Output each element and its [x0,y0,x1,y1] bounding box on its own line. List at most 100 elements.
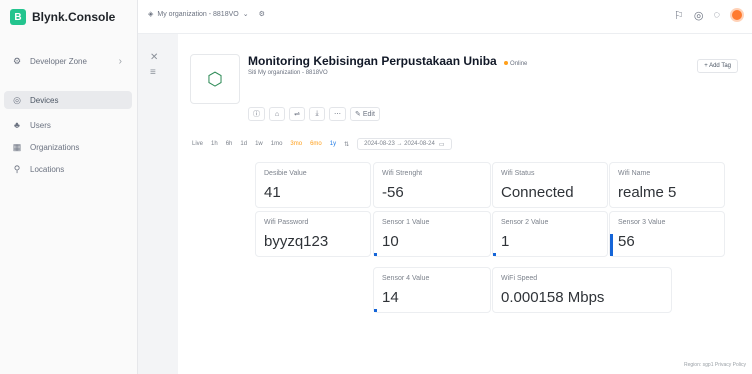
sidebar-item-label: Organizations [30,142,80,152]
close-icon[interactable]: ✕ [150,52,158,63]
widget-wifi-password[interactable]: Wifi Password byyzq123 [255,211,371,257]
widget-sensor-4[interactable]: Sensor 4 Value 14 [373,267,491,313]
widget-value: 14 [382,289,399,306]
users-icon: ♣ [14,120,20,130]
chevron-right-icon[interactable]: › [119,56,122,67]
org-selector[interactable]: ◈ My organization - 8818VO ⌄ ⚙ [148,10,265,19]
share-button[interactable]: ⇌ [289,107,305,121]
blynk-logo-icon: B [10,9,26,25]
widget-title: Wifi Password [264,219,309,226]
device-image[interactable]: ⬡ [190,54,240,104]
org-icon: ◈ [148,11,154,18]
add-tag-button[interactable]: + Add Tag [697,59,738,73]
help-icon[interactable]: ◎ [694,9,704,22]
edit-button[interactable]: ✎ Edit [350,107,380,121]
level-bar [374,309,377,312]
date-range-picker[interactable]: 2024-08-23 → 2024-08-24 ▭ [357,138,452,150]
download-button[interactable]: ⤓ [309,107,325,121]
widget-value: 10 [382,233,399,250]
widget-value: 1 [501,233,510,250]
sidebar-item-devices[interactable]: ◎ Devices [4,91,132,109]
device-header: Monitoring Kebisingan Perpustakaan Uniba… [248,54,527,68]
status-badge: Online [504,61,527,67]
sidebar-item-users[interactable]: ♣ Users [4,116,132,134]
device-template-icon: ⬡ [207,68,223,89]
device-actions: ⓘ ⌂ ⇌ ⤓ ⋯ ✎ Edit [248,107,380,121]
avatar[interactable] [730,8,744,22]
widget-title: Wifi Name [618,170,651,177]
time-range-bar: Live 1h 6h 1d 1w 1mo 3mo 6mo 1y ⇅ 2024-0… [192,138,452,150]
gear-icon: ⚙ [12,55,22,66]
device-dashboard: ⬡ Monitoring Kebisingan Perpustakaan Uni… [178,34,752,374]
widget-wifi-speed[interactable]: WiFi Speed 0.000158 Mbps [492,267,672,313]
more-button[interactable]: ⋯ [329,107,346,121]
edit-icon: ✎ [355,111,361,118]
widget-value: -56 [382,184,404,201]
menu-icon[interactable]: ≡ [150,67,158,78]
widget-wifi-name[interactable]: Wifi Name realme 5 [609,162,725,208]
chevron-down-icon: ⌄ [242,11,249,18]
range-3mo[interactable]: 3mo [290,141,302,147]
footer-text: Region: sgp1 Privacy Policy [684,362,746,368]
range-1w[interactable]: 1w [255,141,263,147]
widget-title: WiFi Speed [501,275,538,282]
org-name: My organization - 8818VO [157,10,239,18]
widget-sensor-3[interactable]: Sensor 3 Value 56 [609,211,725,257]
widget-wifi-strength[interactable]: Wifi Strenght -56 [373,162,491,208]
range-6h[interactable]: 6h [226,141,233,147]
info-button[interactable]: ⓘ [248,107,265,121]
notifications-icon[interactable]: ◌ [713,9,720,21]
widget-title: Sensor 4 Value [382,275,430,282]
widget-title: Wifi Strenght [382,170,423,177]
range-1h[interactable]: 1h [211,141,218,147]
level-bar [610,234,613,256]
widget-title: Sensor 3 Value [618,219,666,226]
widget-title: Sensor 2 Value [501,219,549,226]
widget-value: byyzq123 [264,233,329,250]
brand-name: Blynk.Console [32,10,116,24]
panel-toggles: ✕ ≡ [150,52,158,78]
widget-value: 41 [264,184,281,201]
device-meta: Siti My organization - 8818VO [248,70,328,76]
bell-button[interactable]: ⌂ [269,107,285,121]
status-dot-icon [504,61,509,65]
pin-icon: ⚲ [13,163,21,174]
widget-wifi-status[interactable]: Wifi Status Connected [492,162,608,208]
range-1d[interactable]: 1d [240,141,247,147]
sidebar: B Blynk.Console ⚙ Developer Zone › ◎ Dev… [0,0,138,374]
sidebar-item-organizations[interactable]: ▦ Organizations [4,138,132,156]
range-1mo[interactable]: 1mo [271,141,283,147]
topbar-icons: ⚐ ◎ ◌ [674,8,744,22]
sidebar-item-label: Users [30,120,51,130]
level-bar [374,253,377,256]
brand-logo[interactable]: B Blynk.Console [10,9,115,25]
flag-icon[interactable]: ⚐ [674,9,684,22]
range-1y[interactable]: 1y [330,141,336,147]
page-title: Monitoring Kebisingan Perpustakaan Uniba [248,54,497,68]
widget-value: 0.000158 Mbps [501,289,605,306]
building-icon: ▦ [12,141,22,152]
topbar: ◈ My organization - 8818VO ⌄ ⚙ ⚐ ◎ ◌ [138,0,752,34]
widget-sensor-2[interactable]: Sensor 2 Value 1 [492,211,608,257]
sidebar-item-developer-zone[interactable]: ⚙ Developer Zone › [4,52,132,70]
settings-icon[interactable]: ⚙ [259,10,265,18]
sidebar-item-label: Developer Zone [30,56,87,66]
widget-value: 56 [618,233,635,250]
range-live[interactable]: Live [192,141,203,147]
edit-label: Edit [362,110,375,118]
widget-title: Sensor 1 Value [382,219,430,226]
widget-desibel[interactable]: Desibie Value 41 [255,162,371,208]
widget-title: Desibie Value [264,170,307,177]
widget-value: Connected [501,184,574,201]
widget-value: realme 5 [618,184,677,201]
sidebar-item-label: Locations [30,164,65,174]
calendar-icon: ▭ [438,141,445,148]
range-6mo[interactable]: 6mo [310,141,322,147]
sidebar-item-label: Devices [30,95,59,105]
custom-range-icon[interactable]: ⇅ [344,141,349,148]
date-range-value: 2024-08-23 → 2024-08-24 [364,141,435,147]
status-text: Online [510,61,528,67]
widget-sensor-1[interactable]: Sensor 1 Value 10 [373,211,491,257]
device-icon: ◎ [13,94,21,105]
sidebar-item-locations[interactable]: ⚲ Locations [4,160,132,178]
